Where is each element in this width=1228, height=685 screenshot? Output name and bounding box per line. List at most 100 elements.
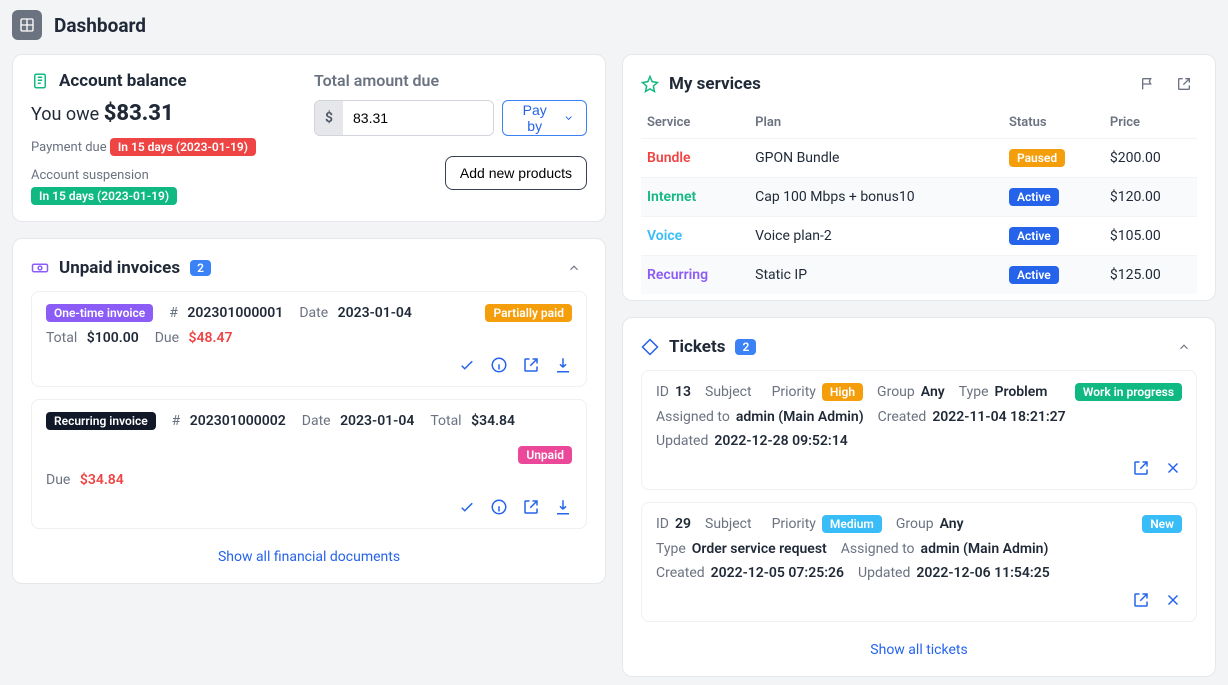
col-plan: Plan: [749, 107, 1003, 139]
ticket-group: Any: [921, 384, 945, 400]
service-status-badge: Active: [1009, 227, 1059, 245]
pay-by-button[interactable]: Pay by: [502, 100, 587, 136]
invoice-download-button[interactable]: [554, 498, 572, 516]
ticket-updated: 2022-12-28 09:52:14: [714, 433, 847, 449]
invoice-total: $100.00: [87, 330, 139, 346]
invoice-approve-button[interactable]: [458, 498, 476, 516]
service-name: Voice: [647, 228, 682, 244]
invoice-total-label: Total: [46, 330, 77, 346]
external-link-icon: [1176, 76, 1192, 92]
invoice-status-badge: Partially paid: [485, 304, 572, 322]
collapse-invoices-button[interactable]: [561, 255, 587, 281]
info-icon: [490, 498, 508, 516]
ticket-item: ID13 Subject PriorityHigh GroupAny TypeP…: [641, 370, 1197, 490]
ticket-id: 13: [675, 384, 691, 400]
service-plan: Static IP: [749, 256, 1003, 295]
ticket-close-button[interactable]: [1164, 591, 1182, 609]
invoice-open-button[interactable]: [522, 498, 540, 516]
invoice-due-label: Due: [46, 472, 70, 488]
service-status-badge: Active: [1009, 266, 1059, 284]
pay-by-label: Pay by: [515, 102, 555, 134]
invoice-total: $34.84: [471, 413, 515, 429]
ticket-status-badge: Work in progress: [1075, 383, 1182, 401]
download-icon: [554, 498, 572, 516]
services-title: My services: [669, 74, 761, 94]
owe-label: You owe: [31, 104, 99, 125]
invoice-open-button[interactable]: [522, 356, 540, 374]
close-icon: [1164, 591, 1182, 609]
service-row[interactable]: Bundle GPON Bundle Paused $200.00: [641, 139, 1197, 178]
ticket-open-button[interactable]: [1132, 591, 1150, 609]
total-due-label: Total amount due: [314, 71, 587, 90]
invoice-date: 2023-01-04: [340, 413, 414, 429]
chevron-up-icon: [1177, 340, 1191, 354]
service-name: Internet: [647, 189, 696, 205]
invoice-num-label: #: [169, 305, 178, 321]
add-products-button[interactable]: Add new products: [445, 156, 587, 190]
show-all-invoices-link[interactable]: Show all financial documents: [218, 549, 400, 565]
ticket-type: Problem: [995, 384, 1048, 400]
invoice-total-label: Total: [430, 413, 461, 429]
invoice-icon: [31, 259, 49, 277]
invoice-number: 202301000001: [187, 305, 283, 321]
ticket-type: Order service request: [692, 541, 827, 557]
invoice-info-button[interactable]: [490, 498, 508, 516]
download-icon: [554, 356, 572, 374]
service-row[interactable]: Recurring Static IP Active $125.00: [641, 256, 1197, 295]
ticket-created: 2022-11-04 18:21:27: [932, 409, 1065, 425]
services-flag-button[interactable]: [1135, 71, 1161, 97]
external-link-icon: [1132, 459, 1150, 477]
ticket-open-button[interactable]: [1132, 459, 1150, 477]
check-icon: [458, 356, 476, 374]
invoice-num-label: #: [172, 413, 181, 429]
col-service: Service: [641, 107, 749, 139]
ticket-assigned: admin (Main Admin): [921, 541, 1049, 557]
service-status-badge: Paused: [1009, 149, 1065, 167]
invoice-date: 2023-01-04: [338, 305, 412, 321]
ticket-close-button[interactable]: [1164, 459, 1182, 477]
account-balance-card: Account balance You owe $83.31 Payment d…: [12, 54, 606, 222]
service-row[interactable]: Internet Cap 100 Mbps + bonus10 Active $…: [641, 178, 1197, 217]
col-price: Price: [1104, 107, 1197, 139]
ticket-group: Any: [940, 516, 964, 532]
ticket-created: 2022-12-05 07:25:26: [711, 565, 844, 581]
invoice-due: $34.84: [80, 472, 124, 488]
ticket-priority-badge: Medium: [822, 515, 882, 533]
service-plan: Cap 100 Mbps + bonus10: [749, 178, 1003, 217]
services-open-button[interactable]: [1171, 71, 1197, 97]
flag-icon: [1140, 76, 1156, 92]
check-icon: [458, 498, 476, 516]
collapse-tickets-button[interactable]: [1171, 334, 1197, 360]
suspension-badge: In 15 days (2023-01-19): [31, 187, 177, 205]
invoice-approve-button[interactable]: [458, 356, 476, 374]
service-row[interactable]: Voice Voice plan-2 Active $105.00: [641, 217, 1197, 256]
service-name: Bundle: [647, 150, 691, 166]
invoice-download-button[interactable]: [554, 356, 572, 374]
external-link-icon: [522, 498, 540, 516]
balance-title: Account balance: [59, 71, 187, 91]
receipt-icon: [31, 72, 49, 90]
ticket-assigned: admin (Main Admin): [736, 409, 864, 425]
show-all-tickets-link[interactable]: Show all tickets: [870, 642, 967, 658]
suspension-label: Account suspension: [31, 168, 177, 183]
payment-due-badge: In 15 days (2023-01-19): [110, 138, 256, 156]
invoice-type-badge: One-time invoice: [46, 304, 153, 322]
amount-input-group: $: [314, 100, 494, 136]
info-icon: [490, 356, 508, 374]
ticket-priority-badge: High: [822, 383, 863, 401]
dashboard-app-icon: [12, 10, 42, 40]
service-plan: GPON Bundle: [749, 139, 1003, 178]
tickets-title: Tickets: [669, 337, 725, 357]
invoice-due-label: Due: [155, 330, 179, 346]
invoice-type-badge: Recurring invoice: [46, 412, 156, 430]
service-price: $200.00: [1104, 139, 1197, 178]
invoice-number: 202301000002: [190, 413, 286, 429]
service-price: $105.00: [1104, 217, 1197, 256]
chevron-down-icon: [563, 112, 574, 124]
external-link-icon: [1132, 591, 1150, 609]
amount-input[interactable]: [343, 101, 493, 135]
invoice-item: Recurring invoice # 202301000002 Date 20…: [31, 399, 587, 529]
services-table: Service Plan Status Price Bundle GPON Bu…: [641, 107, 1197, 294]
invoice-due: $48.47: [189, 330, 233, 346]
invoice-info-button[interactable]: [490, 356, 508, 374]
